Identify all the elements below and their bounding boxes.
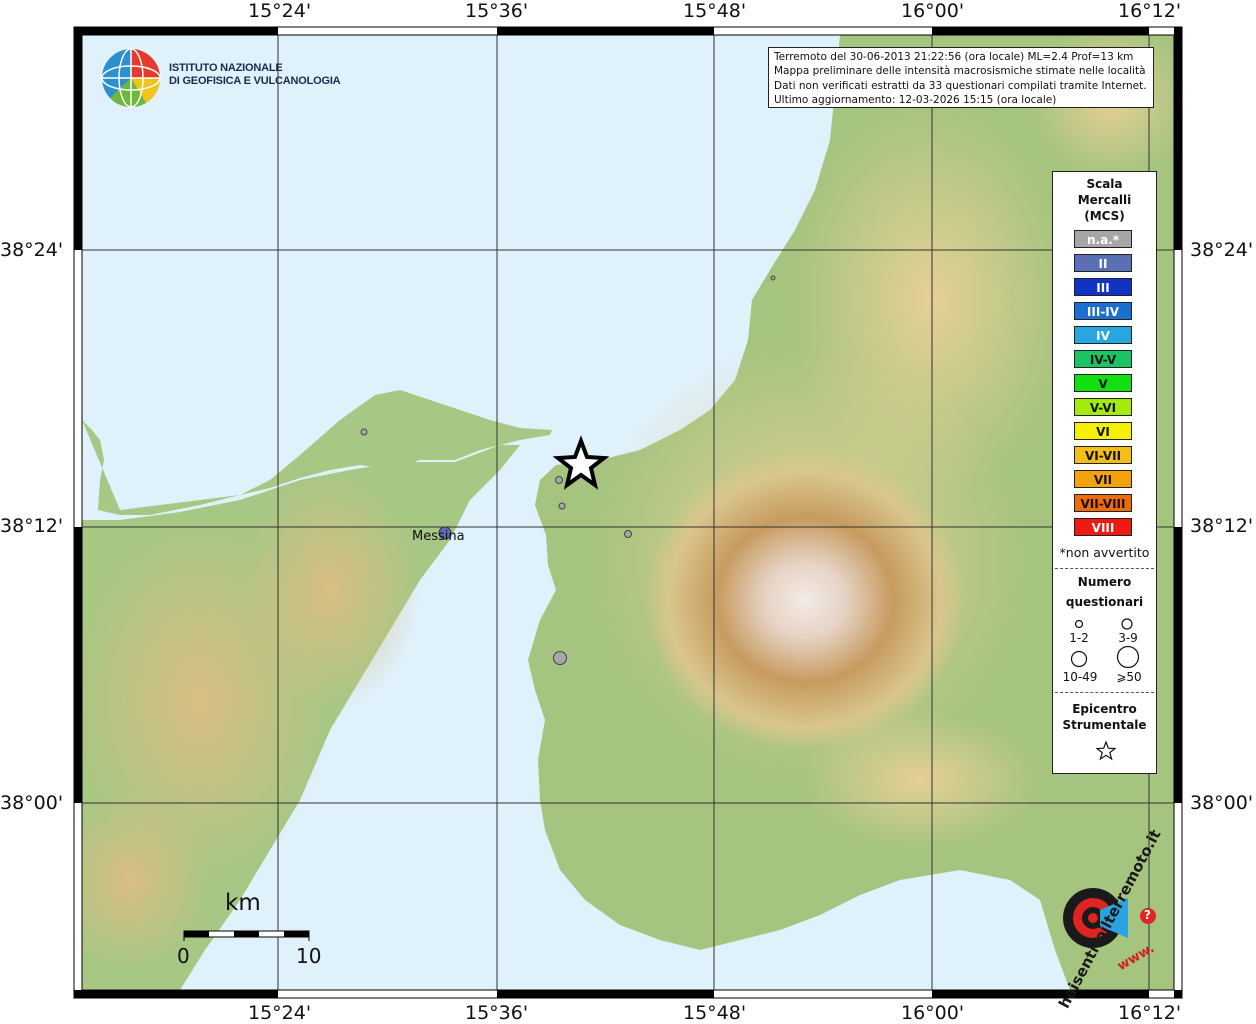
legend-scale-item: VII	[1074, 470, 1132, 488]
legend-count-title2: questionari	[1065, 595, 1144, 609]
legend-title-scala: Scala	[1086, 177, 1123, 191]
legend-epicenter-title1: Epicentro	[1072, 702, 1137, 716]
legend-count-50-plus: ⩾50	[1116, 670, 1142, 684]
scalebar-max: 10	[296, 944, 322, 968]
lat-label-left: 38°12'	[0, 515, 64, 537]
lon-label-top: 15°36'	[465, 0, 529, 22]
event-info-line2: Mappa preliminare delle intensità macros…	[774, 65, 1146, 78]
lon-label-top: 15°48'	[683, 0, 747, 22]
legend-scale-item: VII-VIII	[1074, 494, 1132, 512]
legend-scale-item: III-IV	[1074, 302, 1132, 320]
legend-scale-item: IV-V	[1074, 350, 1132, 368]
legend-count-1-2: 1-2	[1069, 631, 1089, 645]
legend-count-title1: Numero	[1077, 575, 1132, 589]
legend-scale-item: V-VI	[1074, 398, 1132, 416]
legend-count-3-9: 3-9	[1118, 631, 1138, 645]
legend-epicenter-title2: Strumentale	[1062, 718, 1147, 732]
legend-scale-item: II	[1074, 254, 1132, 272]
legend-epicenter-star-icon	[1096, 741, 1116, 761]
legend-scale-item: VIII	[1074, 518, 1132, 536]
locality-marker	[624, 530, 632, 538]
city-label-messina: Messina	[412, 529, 465, 544]
hsit-logo-url: www.	[1114, 940, 1158, 975]
legend-title-mcs: (MCS)	[1084, 209, 1125, 223]
locality-marker	[553, 651, 567, 665]
lat-label-right: 38°24'	[1190, 239, 1254, 261]
lon-label-top: 16°12'	[1118, 0, 1182, 22]
lon-label-bottom: 16°00'	[901, 1002, 965, 1024]
hsit-logo-question-mark: ?	[1144, 908, 1151, 922]
hsit-logo-text: haisentitoilterremoto.it www. ?	[1030, 827, 1165, 1012]
lon-label-top: 15°24'	[248, 0, 312, 22]
legend-scale-item: IV	[1074, 326, 1132, 344]
legend-scale-item: VI	[1074, 422, 1132, 440]
lon-label-bottom: 15°24'	[248, 1002, 312, 1024]
legend-title-mercalli: Mercalli	[1077, 193, 1132, 207]
locality-marker	[555, 476, 563, 484]
lon-label-bottom: 16°12'	[1118, 1002, 1182, 1024]
lat-label-left: 38°24'	[0, 239, 64, 261]
lon-label-bottom: 15°36'	[465, 1002, 529, 1024]
ingv-name-line1: ISTITUTO NAZIONALE	[169, 62, 283, 74]
lat-label-right: 38°12'	[1190, 515, 1254, 537]
locality-marker	[360, 428, 368, 436]
lon-label-top: 16°00'	[901, 0, 965, 22]
locality-marker	[770, 275, 776, 281]
event-info-line4: Ultimo aggiornamento: 12-03-2026 15:15 (…	[774, 93, 1057, 106]
event-info-line1: Terremoto del 30-06-2013 21:22:56 (ora l…	[774, 51, 1134, 63]
legend-not-felt-note: *non avvertito	[1059, 545, 1150, 560]
lat-label-right: 38°00'	[1190, 792, 1254, 814]
legend-scale-item: VI-VII	[1074, 446, 1132, 464]
legend-scale-item: V	[1074, 374, 1132, 392]
event-info-box: Terremoto del 30-06-2013 21:22:56 (ora l…	[768, 47, 1154, 108]
locality-marker	[558, 502, 566, 510]
ingv-name-line2: DI GEOFISICA E VULCANOLOGIA	[169, 75, 341, 87]
legend-count-10-49: 10-49	[1062, 670, 1098, 684]
legend-scale-item: n.a.*	[1074, 230, 1132, 248]
scalebar-min: 0	[177, 944, 190, 968]
lon-label-bottom: 15°48'	[683, 1002, 747, 1024]
ingv-logo-text: ISTITUTO NAZIONALE DI GEOFISICA E VULCAN…	[169, 62, 341, 88]
legend-scale-item: III	[1074, 278, 1132, 296]
mcs-legend: Scala Mercalli (MCS) n.a.* II III III-IV IV I…	[1052, 171, 1157, 774]
lat-label-left: 38°00'	[0, 792, 64, 814]
scalebar-unit: km	[225, 890, 261, 916]
event-info-line3: Dati non verificati estratti da 33 quest…	[774, 79, 1147, 92]
ingv-logo-globe	[101, 48, 161, 108]
